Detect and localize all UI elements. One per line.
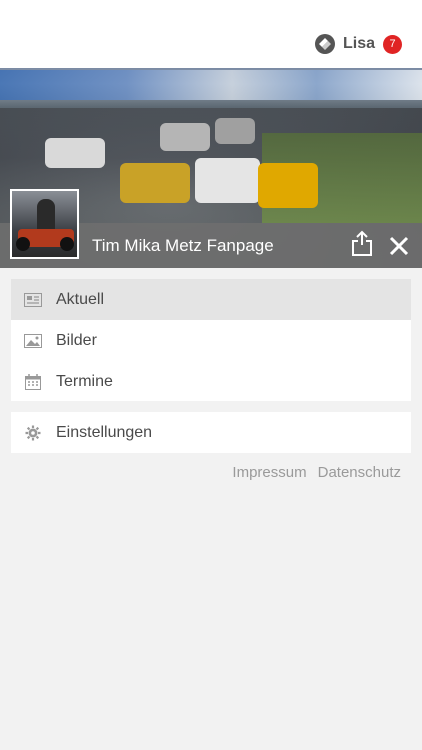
menu-item-einstellungen[interactable]: Einstellungen: [11, 412, 411, 453]
settings-menu: Einstellungen: [11, 412, 411, 453]
image-icon: [24, 333, 42, 349]
menu-item-label: Einstellungen: [56, 423, 153, 441]
thumbnail-wheel: [16, 237, 30, 251]
newspaper-icon: [24, 292, 42, 308]
user-name[interactable]: Lisa: [343, 35, 375, 53]
main-menu: Aktuell Bilder Termine: [11, 279, 411, 401]
app-logo-icon: [314, 34, 335, 54]
calendar-icon: [24, 373, 42, 390]
datenschutz-link[interactable]: Datenschutz: [318, 464, 401, 481]
user-menu[interactable]: Lisa 7: [314, 33, 402, 55]
menu-item-label: Termine: [56, 372, 113, 390]
banner-kart: [258, 163, 318, 208]
menu-item-label: Bilder: [56, 331, 97, 349]
gear-icon: [24, 425, 42, 441]
thumbnail-driver: [37, 199, 55, 233]
impressum-link[interactable]: Impressum: [232, 464, 306, 481]
top-bar: Lisa 7: [0, 0, 422, 68]
banner-kart: [120, 163, 190, 203]
share-icon[interactable]: [351, 230, 373, 256]
menu-item-label: Aktuell: [56, 290, 105, 308]
thumbnail-wheel: [60, 237, 74, 251]
menu-item-bilder[interactable]: Bilder: [11, 320, 411, 361]
banner-kart: [215, 118, 255, 144]
menu-item-aktuell[interactable]: Aktuell: [11, 279, 411, 320]
footer-links: Impressum Datenschutz: [232, 464, 401, 481]
banner-kart: [45, 138, 105, 168]
banner-kart: [195, 158, 260, 203]
notification-badge[interactable]: 7: [383, 34, 402, 54]
menu-item-termine[interactable]: Termine: [11, 361, 411, 402]
banner-kart: [160, 123, 210, 151]
profile-thumbnail[interactable]: [10, 189, 79, 259]
page-title: Tim Mika Metz Fanpage: [92, 236, 274, 255]
banner-photo-hoarding: [0, 70, 422, 100]
close-icon[interactable]: [389, 236, 409, 256]
